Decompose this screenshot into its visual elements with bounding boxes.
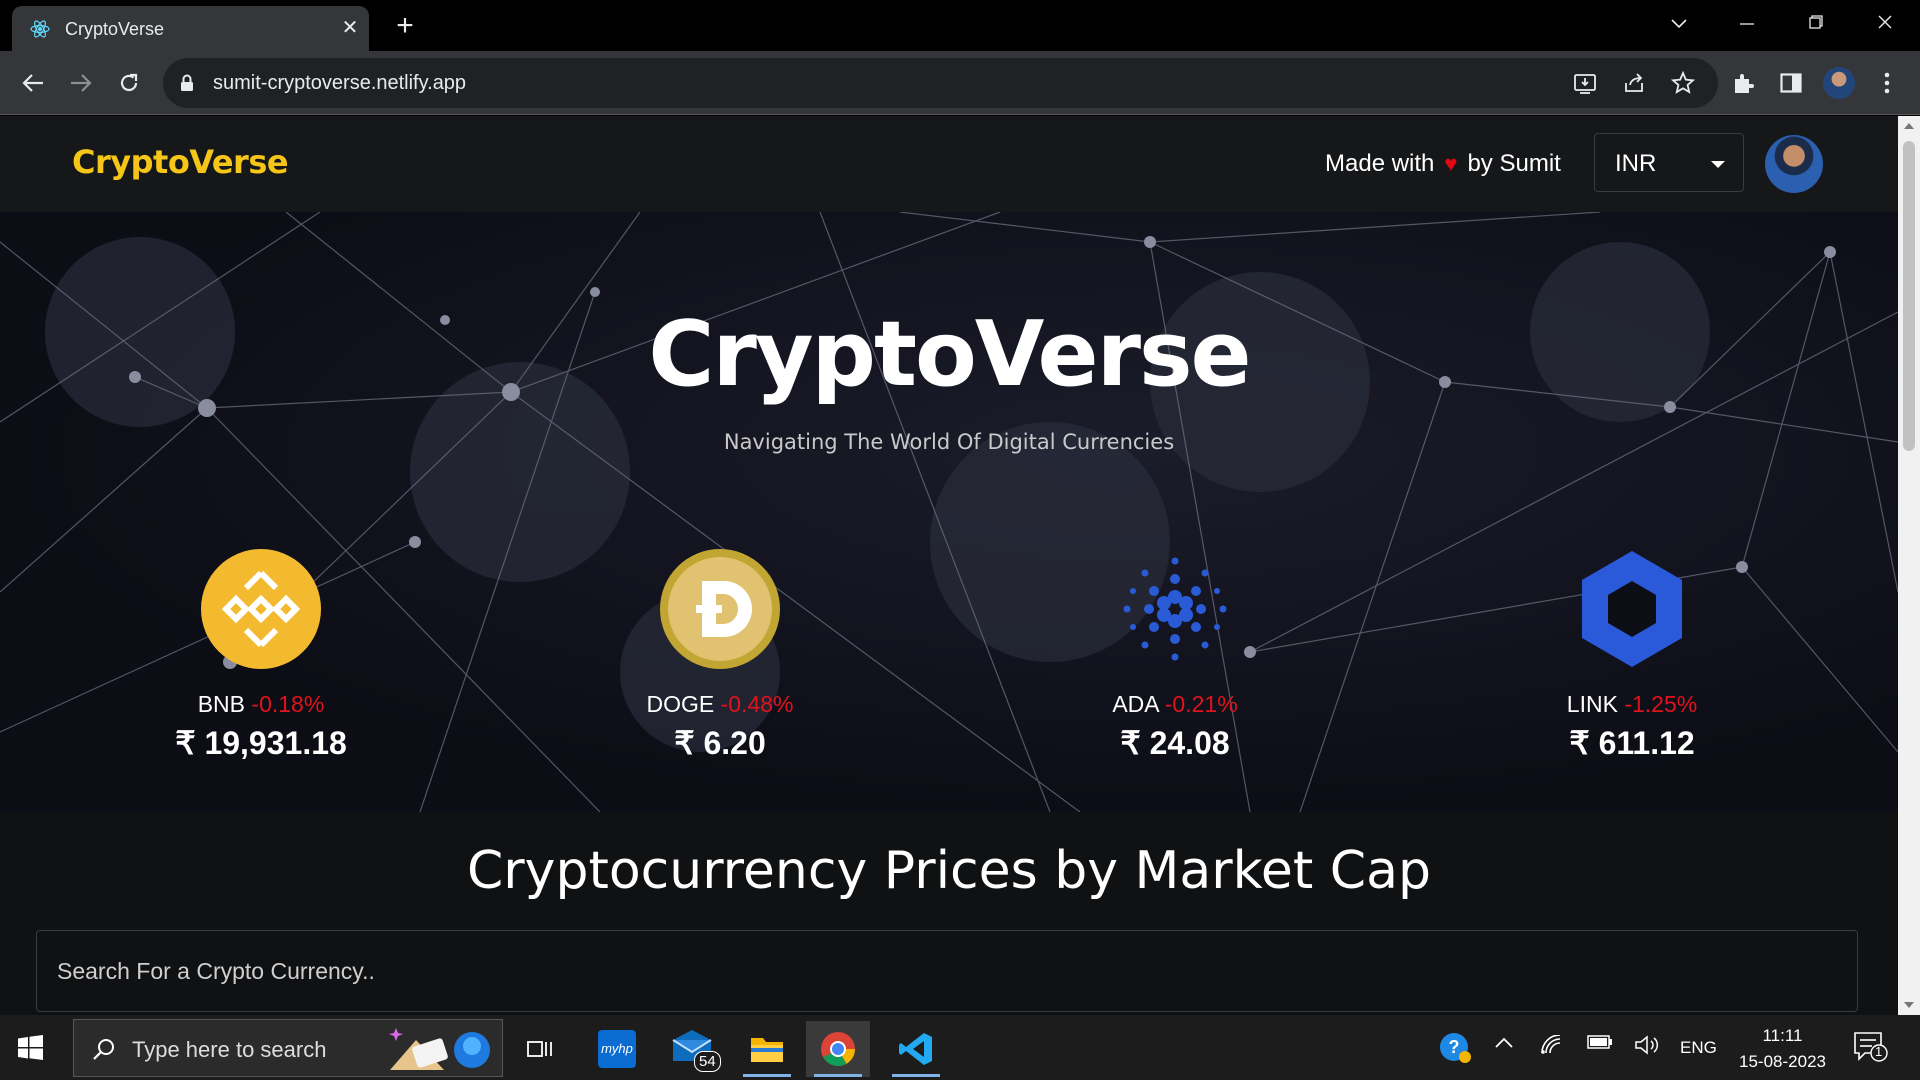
taskbar-search-box[interactable]: Type here to search (73, 1019, 503, 1077)
coin-card-doge[interactable]: DOGE -0.48% ₹ 6.20 (570, 547, 870, 762)
menu-kebab-icon[interactable] (1869, 65, 1905, 101)
made-with-suffix: by Sumit (1467, 150, 1561, 177)
vscode-app-icon[interactable] (884, 1021, 948, 1077)
doge-logo-icon (660, 549, 780, 669)
myhp-app-icon[interactable]: myhp (585, 1021, 649, 1077)
coin-symbol: LINK (1566, 691, 1618, 717)
coin-card-link[interactable]: LINK -1.25% ₹ 611.12 (1482, 547, 1782, 762)
close-window-icon[interactable] (1862, 6, 1908, 40)
help-icon[interactable]: ? (1438, 1031, 1472, 1070)
minimize-icon[interactable] (1724, 6, 1770, 40)
browser-tabstrip: CryptoVerse ✕ + (0, 0, 1920, 51)
lock-icon (181, 74, 193, 91)
browser-toolbar: sumit-cryptoverse.netlify.app (0, 51, 1920, 115)
coin-price: ₹ 19,931.18 (175, 725, 347, 761)
coin-card-bnb[interactable]: BNB -0.18% ₹ 19,931.18 (111, 547, 411, 762)
active-indicator (743, 1074, 791, 1077)
search-icon (93, 1039, 114, 1060)
mail-app-icon[interactable]: 54 (660, 1021, 724, 1077)
currency-select[interactable]: INR (1594, 133, 1744, 192)
search-highlight-illustration-icon (389, 1028, 490, 1070)
system-clock[interactable]: 11:11 15-08-2023 (1735, 1023, 1830, 1075)
active-indicator (814, 1074, 862, 1077)
file-explorer-icon[interactable] (735, 1021, 799, 1077)
battery-icon[interactable] (1587, 1035, 1613, 1054)
crypto-search-input[interactable] (36, 930, 1858, 1012)
ada-logo-icon (1123, 557, 1227, 661)
profile-avatar[interactable] (1823, 67, 1855, 99)
chrome-app-icon[interactable] (806, 1021, 870, 1077)
coin-price: ₹ 611.12 (1569, 725, 1695, 761)
language-indicator[interactable]: ENG (1680, 1038, 1717, 1058)
currency-value: INR (1615, 150, 1657, 177)
back-icon[interactable] (15, 65, 51, 101)
mail-badge: 54 (694, 1051, 721, 1072)
dropdown-arrow-icon (1711, 161, 1725, 168)
coin-symbol: BNB (197, 691, 246, 717)
tab-title: CryptoVerse (65, 19, 165, 39)
new-tab-icon[interactable]: + (388, 10, 422, 44)
extensions-icon[interactable] (1725, 65, 1761, 101)
page-scrollbar[interactable] (1898, 116, 1920, 1015)
tab-search-icon[interactable] (1656, 6, 1702, 40)
hero-title: CryptoVerse (648, 302, 1251, 407)
side-panel-icon[interactable] (1773, 65, 1809, 101)
url-text: sumit-cryptoverse.netlify.app (213, 72, 467, 94)
hero-subtitle: Navigating The World Of Digital Currenci… (723, 430, 1175, 454)
share-icon[interactable] (1622, 71, 1646, 95)
windows-taskbar: Type here to search myhp 54 ? ENG 11:11 … (0, 1015, 1920, 1080)
coin-card-ada[interactable]: ADA -0.21% ₹ 24.08 (1025, 547, 1325, 762)
react-icon (30, 20, 50, 38)
windows-start-icon[interactable] (18, 1035, 43, 1060)
section-title: Cryptocurrency Prices by Market Cap (466, 841, 1431, 901)
address-bar[interactable]: sumit-cryptoverse.netlify.app (163, 58, 1718, 108)
scroll-thumb[interactable] (1903, 141, 1915, 451)
forward-icon[interactable] (63, 65, 99, 101)
bookmark-star-icon[interactable] (1671, 71, 1695, 95)
coin-symbol: DOGE (646, 691, 715, 717)
wifi-icon[interactable] (1540, 1034, 1564, 1060)
user-avatar[interactable] (1765, 135, 1823, 193)
coin-price: ₹ 24.08 (1120, 725, 1230, 761)
coin-price: ₹ 6.20 (674, 725, 766, 761)
volume-icon[interactable] (1634, 1035, 1660, 1060)
chevron-up-icon[interactable] (1495, 1035, 1513, 1053)
restore-icon[interactable] (1793, 6, 1839, 40)
coin-change: -1.25% (1624, 691, 1698, 717)
taskbar-search-placeholder: Type here to search (132, 1037, 327, 1062)
clock-time: 11:11 (1762, 1026, 1803, 1045)
notification-count: 1 (1875, 1044, 1883, 1059)
svg-text:?: ? (1449, 1037, 1460, 1057)
active-indicator (892, 1074, 940, 1077)
scroll-up-icon[interactable] (1904, 123, 1914, 129)
bnb-logo-icon (201, 549, 321, 669)
made-with-prefix: Made with (1325, 150, 1435, 177)
site-logo[interactable]: CryptoVerse (72, 143, 289, 181)
task-view-icon[interactable] (508, 1021, 572, 1077)
hero-banner: CryptoVerse Navigating The World Of Digi… (0, 212, 1898, 812)
heart-icon: ♥ (1444, 151, 1458, 176)
clock-date: 15-08-2023 (1739, 1052, 1826, 1071)
site-navbar: CryptoVerse Made with ♥ by Sumit INR (0, 116, 1898, 212)
notification-center-icon[interactable]: 1 (1853, 1031, 1889, 1068)
browser-tab[interactable]: CryptoVerse ✕ (12, 6, 369, 51)
reload-icon[interactable] (111, 65, 147, 101)
coin-change: -0.48% (720, 691, 794, 717)
scroll-down-icon[interactable] (1904, 1002, 1914, 1008)
install-app-icon[interactable] (1573, 71, 1597, 95)
coin-symbol: ADA (1112, 691, 1159, 717)
close-tab-icon[interactable]: ✕ (336, 14, 364, 42)
web-page: CryptoVerse Made with ♥ by Sumit INR Cry… (0, 116, 1898, 1015)
made-with-credit: Made with ♥ by Sumit (1325, 150, 1561, 178)
link-logo-icon (1582, 551, 1682, 667)
coin-change: -0.18% (251, 691, 325, 717)
coin-change: -0.21% (1164, 691, 1238, 717)
